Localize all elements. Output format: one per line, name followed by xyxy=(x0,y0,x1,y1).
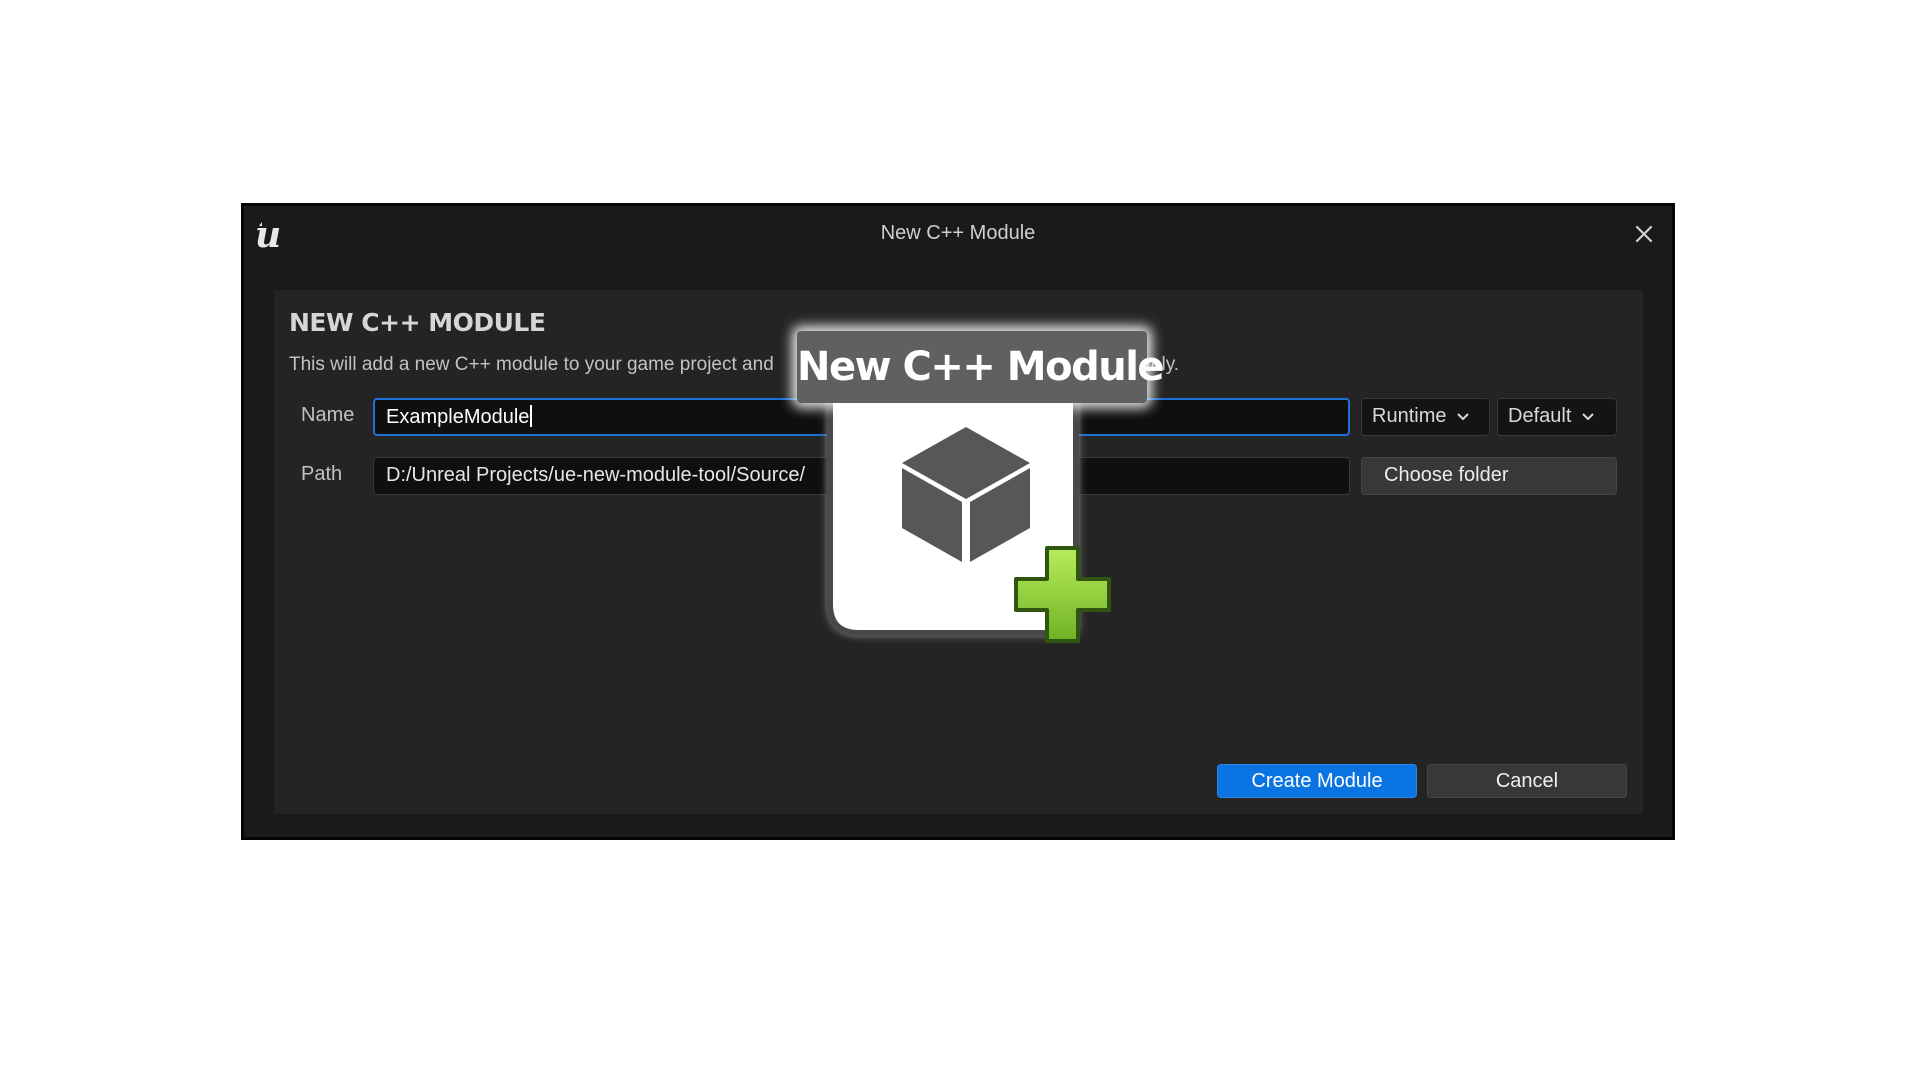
path-label: Path xyxy=(301,463,343,485)
overlay-title: New C++ Module xyxy=(797,344,1165,390)
name-label: Name xyxy=(301,404,355,426)
overlay-title-banner: New C++ Module xyxy=(797,331,1165,403)
loading-phase-value: Default xyxy=(1508,405,1572,427)
choose-folder-button[interactable]: Choose folder xyxy=(1361,457,1617,495)
description-text-start: This will add a new C++ module to your g… xyxy=(289,354,774,375)
chevron-down-icon xyxy=(1582,413,1594,421)
module-type-value: Runtime xyxy=(1372,405,1447,427)
module-type-dropdown[interactable]: Runtime xyxy=(1361,398,1490,436)
page-title: NEW C++ MODULE xyxy=(289,308,546,337)
loading-phase-dropdown[interactable]: Default xyxy=(1497,398,1617,436)
window-title: New C++ Module xyxy=(880,222,1036,244)
module-name-value: ExampleModule xyxy=(386,406,530,428)
module-file-graphic xyxy=(827,387,1111,643)
cancel-button[interactable]: Cancel xyxy=(1427,764,1627,798)
create-module-button[interactable]: Create Module xyxy=(1217,764,1417,798)
close-icon[interactable] xyxy=(1630,220,1658,248)
title-bar[interactable]: u New C++ Module xyxy=(244,206,1672,268)
chevron-down-icon xyxy=(1457,413,1469,421)
text-caret xyxy=(530,405,533,427)
new-module-overlay-badge: New C++ Module xyxy=(797,331,1165,661)
